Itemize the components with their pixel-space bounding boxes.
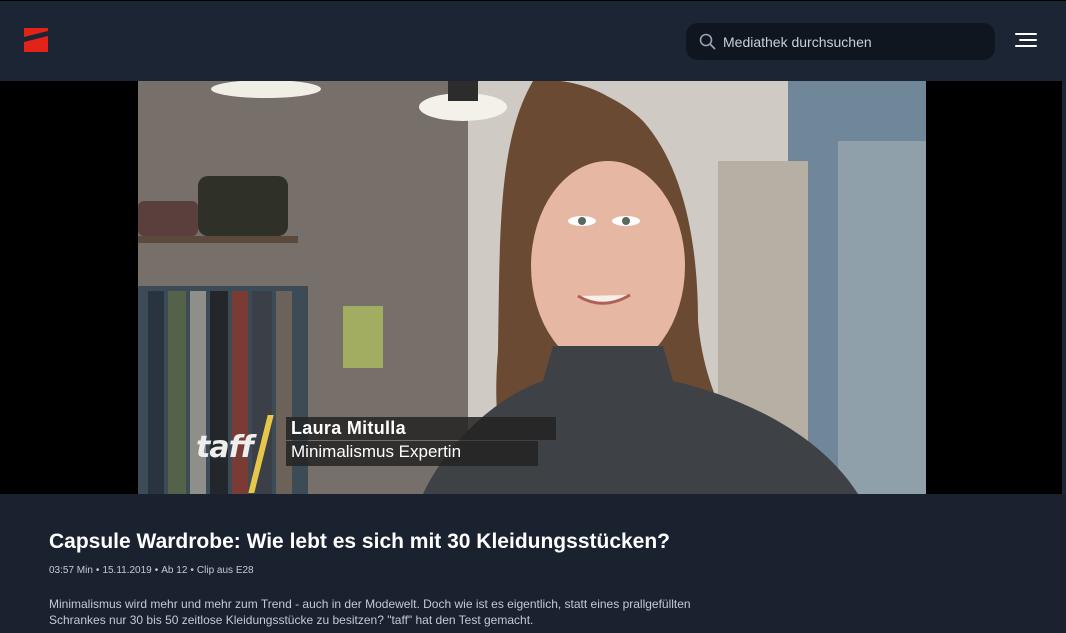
video-player[interactable]: taff Laura Mitulla Minimalismus Expertin bbox=[138, 81, 926, 494]
meta-separator: • bbox=[190, 565, 194, 576]
search-icon bbox=[699, 33, 716, 50]
clip-age-rating: Ab 12 bbox=[161, 565, 188, 576]
scrollbar-track bbox=[1062, 81, 1066, 494]
meta-separator: • bbox=[154, 565, 159, 576]
clip-meta: 03:57 Min • 15.11.2019 • Ab 12 • Clip aus E28 bbox=[49, 565, 254, 576]
lower-third-role: Minimalismus Expertin bbox=[291, 442, 462, 461]
clip-description: Minimalismus wird mehr und mehr zum Tren… bbox=[49, 597, 691, 627]
top-navigation-bar bbox=[0, 0, 1066, 81]
clip-details: Capsule Wardrobe: Wie lebt es sich mit 3… bbox=[0, 494, 1066, 633]
meta-separator: • bbox=[95, 565, 100, 576]
lower-third-name: Laura Mitulla bbox=[291, 418, 406, 438]
clip-date: 15.11.2019 bbox=[102, 565, 152, 576]
video-lower-third: taff Laura Mitulla Minimalismus Expertin bbox=[196, 415, 556, 494]
search-box[interactable] bbox=[686, 23, 995, 60]
search-input[interactable] bbox=[723, 23, 983, 60]
prosieben-logo-icon[interactable] bbox=[24, 28, 48, 52]
clip-duration: 03:57 Min bbox=[49, 565, 93, 576]
hamburger-menu-icon[interactable] bbox=[1015, 31, 1037, 49]
clip-title: Capsule Wardrobe: Wie lebt es sich mit 3… bbox=[49, 530, 671, 553]
clip-episode: Clip aus E28 bbox=[196, 565, 254, 576]
show-logo: taff bbox=[196, 430, 254, 465]
